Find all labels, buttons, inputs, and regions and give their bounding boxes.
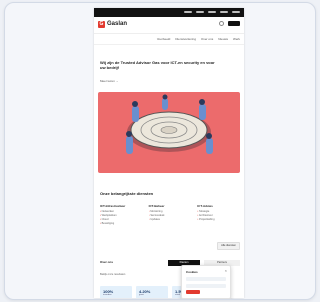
brand-name[interactable]: Gaslan [107, 21, 127, 28]
popup-line [186, 277, 226, 281]
nav-item[interactable]: Dienstverlening [175, 37, 196, 41]
header-actions [219, 21, 240, 26]
service-link[interactable]: Updates [149, 218, 192, 222]
service-column: ICT-Advies Strategie Architectuur Projec… [197, 204, 240, 226]
popup-line [186, 284, 226, 288]
top-bar [94, 8, 244, 17]
stat-label: groei [139, 294, 144, 296]
preview-frame: G Gaslan Voorbeeld Dienstverlening Over … [4, 2, 316, 300]
service-column-heading[interactable]: ICT-Beheer [149, 204, 192, 208]
nav-item[interactable]: Nieuws [218, 37, 228, 41]
hero-illustration [98, 92, 240, 173]
tabs-label: Over ons [100, 260, 114, 264]
hero-link[interactable]: Meer lezen → [100, 79, 119, 83]
hero-illustration-svg [126, 94, 213, 154]
popup-title: Cookies [186, 270, 198, 274]
top-link[interactable] [220, 11, 228, 13]
service-column-heading[interactable]: ICT-Infrastructuur [100, 204, 143, 208]
main-nav: Voorbeeld Dienstverlening Over ons Nieuw… [94, 34, 244, 45]
top-links [184, 11, 240, 13]
stat-label: tevreden [103, 294, 112, 296]
popup-accept-button[interactable] [186, 290, 200, 294]
stat-value: 4.20% [139, 289, 151, 294]
hero-title: Wij zijn de Trusted Advisor Gas voor ICT… [100, 60, 215, 70]
service-column-heading[interactable]: ICT-Advies [197, 204, 240, 208]
search-icon[interactable] [219, 21, 224, 26]
close-icon[interactable]: × [225, 268, 227, 273]
site-header: G Gaslan [94, 17, 244, 34]
top-link[interactable] [232, 11, 240, 13]
service-link[interactable]: Projectleiding [197, 218, 240, 222]
stat-value: 100% [103, 289, 114, 294]
services-columns: ICT-Infrastructuur Netwerken Werkplekken… [100, 204, 240, 226]
tabs-subtitle: Bekijk onze resultaten [100, 273, 126, 276]
nav-item[interactable]: Over ons [201, 37, 213, 41]
cookie-popup[interactable]: Cookies × [181, 265, 231, 299]
contact-button[interactable] [228, 21, 240, 26]
stat-card: 100% tevreden [100, 286, 132, 298]
stat-card: 4.20% groei [136, 286, 168, 298]
top-link[interactable] [196, 11, 204, 13]
services-title: Onze belangrijkste diensten [100, 191, 154, 196]
top-link[interactable] [208, 11, 216, 13]
brand-logo-icon[interactable]: G [98, 21, 105, 28]
website-preview[interactable]: G Gaslan Voorbeeld Dienstverlening Over … [94, 8, 244, 298]
top-link[interactable] [184, 11, 192, 13]
service-column: ICT-Beheer Monitoring Servicedesk Update… [149, 204, 192, 226]
service-column: ICT-Infrastructuur Netwerken Werkplekken… [100, 204, 143, 226]
nav-item[interactable]: Werk [233, 37, 240, 41]
service-link[interactable]: Beveiliging [100, 222, 143, 226]
all-services-button[interactable]: Alle diensten [217, 242, 240, 250]
nav-item[interactable]: Voorbeeld [157, 37, 171, 41]
